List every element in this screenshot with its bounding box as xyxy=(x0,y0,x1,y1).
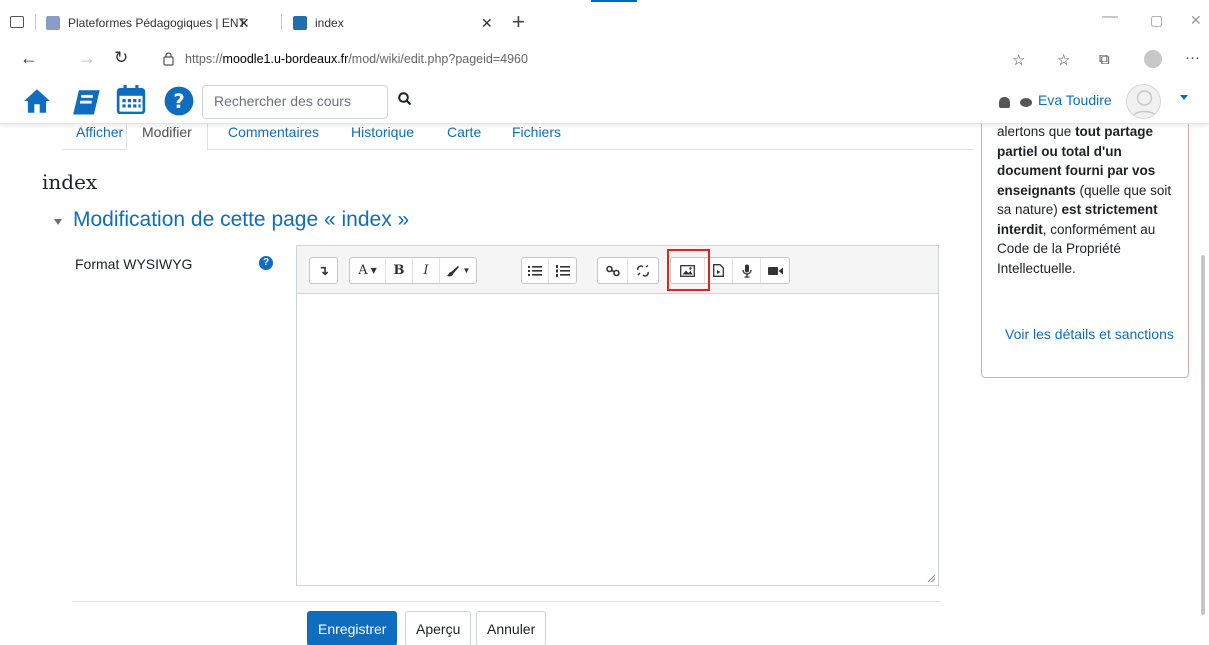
save-button[interactable]: Enregistrer xyxy=(307,611,398,645)
tab-commentaires[interactable]: Commentaires xyxy=(228,124,319,150)
show-more-icon[interactable]: ↴ xyxy=(310,258,337,283)
collections-icon[interactable]: ⧉ xyxy=(1099,51,1110,68)
url-host: moodle1.u-bordeaux.fr xyxy=(222,52,349,66)
page-tabs: Afficher Modifier Commentaires Historiqu… xyxy=(62,124,974,151)
notice-text: alertons que tout partage partiel ou tot… xyxy=(997,122,1183,278)
collapse-caret-icon[interactable] xyxy=(54,218,62,225)
maximize-icon[interactable]: ▢ xyxy=(1150,12,1163,29)
toolbar-group-text: A ▼ B I ▼ xyxy=(349,257,477,284)
page-title: index xyxy=(42,170,98,194)
calendar-icon[interactable] xyxy=(116,84,146,114)
tab-carte[interactable]: Carte xyxy=(447,124,481,150)
tab-modifier[interactable]: Modifier xyxy=(126,124,208,151)
tab-plateformes[interactable]: Plateformes Pédagogiques | ENT ✕ xyxy=(46,8,276,38)
record-video-icon[interactable] xyxy=(761,258,789,283)
close-tab-icon[interactable]: ✕ xyxy=(238,15,250,32)
address-bar: ← → ↻ https:// moodle1.u-bordeaux.fr /mo… xyxy=(0,44,1209,76)
active-indicator xyxy=(591,0,637,2)
tab-historique[interactable]: Historique xyxy=(351,124,414,150)
tab-label: Plateformes Pédagogiques | ENT xyxy=(68,16,246,30)
tab-afficher[interactable]: Afficher xyxy=(76,124,123,150)
more-icon[interactable]: ··· xyxy=(1185,49,1200,66)
wysiwyg-editor: ↴ A ▼ B I ▼ xyxy=(296,245,939,586)
toolbar-group-links xyxy=(597,257,659,284)
minimize-icon[interactable]: — xyxy=(1102,8,1118,26)
help-circle-icon[interactable]: ? xyxy=(164,86,194,116)
page-scrollbar[interactable] xyxy=(1201,255,1205,615)
url-path: /mod/wiki/edit.php?pageid=4960 xyxy=(348,52,528,66)
close-tab-icon[interactable]: ✕ xyxy=(481,15,493,32)
url-scheme: https:// xyxy=(185,52,223,66)
toolbar-group-lists xyxy=(521,257,577,284)
notifications-icon[interactable] xyxy=(999,97,1010,108)
tab-fichiers[interactable]: Fichiers xyxy=(512,124,561,150)
tab-separator xyxy=(35,14,36,30)
details-link[interactable]: Voir les détails et sanctions xyxy=(1005,326,1174,342)
favorites-icon[interactable]: ☆ xyxy=(1057,51,1070,69)
svg-text:?: ? xyxy=(173,90,184,113)
unordered-list-icon[interactable] xyxy=(522,258,549,283)
section-header[interactable]: Modification de cette page « index » xyxy=(54,208,409,232)
close-window-icon[interactable]: ✕ xyxy=(1190,12,1202,29)
record-audio-icon[interactable] xyxy=(733,258,761,283)
cancel-button[interactable]: Annuler xyxy=(476,611,547,645)
unlink-icon[interactable] xyxy=(628,258,658,283)
tab-separator xyxy=(281,14,282,30)
format-label: Format WYSIWYG xyxy=(75,256,193,272)
add-favorite-icon[interactable]: ☆ xyxy=(1012,51,1025,69)
course-search-input[interactable]: Rechercher des cours xyxy=(202,85,388,119)
messages-icon[interactable] xyxy=(1020,98,1032,107)
search-placeholder: Rechercher des cours xyxy=(214,93,351,109)
image-tool-highlight xyxy=(667,249,710,291)
notice-text-1: alertons que xyxy=(997,124,1076,139)
italic-icon[interactable]: I xyxy=(413,258,440,283)
copyright-notice: alertons que tout partage partiel ou tot… xyxy=(981,118,1189,378)
forward-icon[interactable]: → xyxy=(78,48,96,69)
tab-index[interactable]: index ✕ xyxy=(285,8,503,38)
editor-content-area[interactable] xyxy=(297,294,938,585)
user-menu-caret-icon[interactable] xyxy=(1180,95,1188,100)
toolbar-group-more: ↴ xyxy=(309,257,338,284)
editor-toolbar: ↴ A ▼ B I ▼ xyxy=(297,246,938,294)
browser-tab-strip: Plateformes Pédagogiques | ENT ✕ index ✕… xyxy=(0,0,1209,44)
search-icon[interactable] xyxy=(398,92,412,106)
user-name[interactable]: Eva Toudire xyxy=(1038,92,1112,108)
text-color-icon[interactable]: ▼ xyxy=(440,258,476,283)
font-size-icon[interactable]: A ▼ xyxy=(350,258,386,283)
link-icon[interactable] xyxy=(598,258,628,283)
tab-label: index xyxy=(315,16,344,30)
resize-handle-icon[interactable] xyxy=(927,574,935,582)
ordered-list-icon[interactable] xyxy=(549,258,576,283)
my-courses-icon[interactable] xyxy=(72,88,102,118)
site-info-icon[interactable] xyxy=(163,52,174,66)
moodle-favicon-icon xyxy=(46,16,60,30)
section-title: Modification de cette page « index » xyxy=(73,208,410,231)
back-icon[interactable]: ← xyxy=(20,48,38,69)
home-icon[interactable] xyxy=(22,86,52,116)
url-field[interactable]: https:// moodle1.u-bordeaux.fr /mod/wiki… xyxy=(185,52,528,66)
preview-button[interactable]: Aperçu xyxy=(405,611,472,645)
tab-actions-icon[interactable] xyxy=(10,16,24,28)
new-tab-icon[interactable]: + xyxy=(512,9,525,35)
moodle-favicon-icon xyxy=(293,16,307,30)
form-divider xyxy=(72,601,940,602)
avatar[interactable] xyxy=(1126,84,1161,119)
help-icon[interactable]: ? xyxy=(259,256,273,270)
refresh-icon[interactable]: ↻ xyxy=(114,48,128,68)
profile-icon[interactable] xyxy=(1144,50,1162,68)
bold-icon[interactable]: B xyxy=(386,258,413,283)
